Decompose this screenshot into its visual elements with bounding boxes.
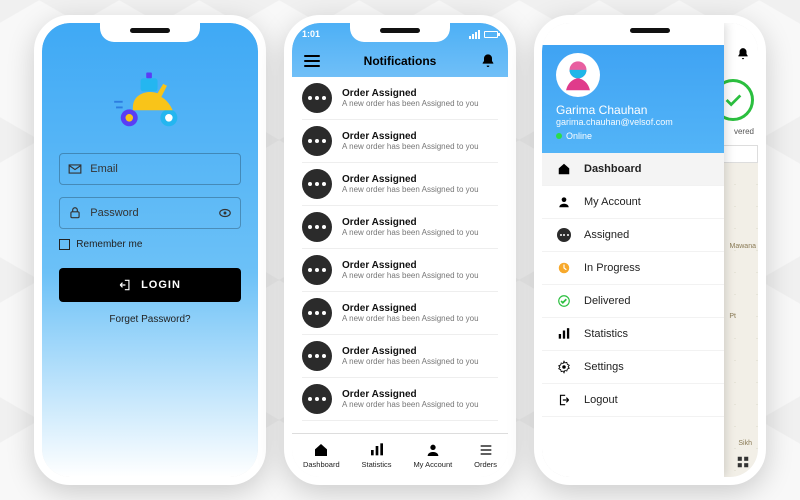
login-icon	[119, 278, 133, 292]
remember-label: Remember me	[76, 239, 142, 250]
password-field[interactable]: Password	[59, 197, 240, 229]
lock-icon	[68, 206, 82, 220]
nav-dashboard[interactable]: Dashboard	[303, 442, 340, 469]
nav-my-account[interactable]: My Account	[413, 442, 452, 469]
dots-icon	[302, 341, 332, 371]
bottom-nav: Dashboard Statistics My Account Orders	[292, 433, 508, 477]
home-icon	[556, 162, 572, 176]
user-status: Online	[556, 131, 710, 141]
notification-item[interactable]: Order AssignedA new order has been Assig…	[302, 77, 498, 120]
phone-drawer: vered Mawana Pt Sikh 1:00	[534, 15, 766, 485]
map-label: Sikh	[738, 440, 752, 447]
map-label: Mawana	[730, 243, 756, 250]
drawer-item-delivered[interactable]: Delivered	[542, 285, 724, 318]
notification-item[interactable]: Order AssignedA new order has been Assig…	[302, 378, 498, 421]
map-label: Pt	[729, 313, 736, 320]
stats-icon	[556, 327, 572, 341]
drawer-header: Garima Chauhan garima.chauhan@velsof.com…	[542, 45, 724, 153]
drawer-screen: vered Mawana Pt Sikh 1:00	[542, 23, 758, 477]
email-placeholder: Email	[90, 163, 231, 175]
notification-item[interactable]: Order AssignedA new order has been Assig…	[302, 163, 498, 206]
home-icon	[313, 442, 329, 458]
online-dot-icon	[556, 133, 562, 139]
device-notch	[100, 22, 200, 42]
notification-list[interactable]: Order AssignedA new order has been Assig…	[292, 77, 508, 433]
status-time: 1:00	[552, 29, 570, 39]
hamburger-icon[interactable]	[304, 55, 320, 67]
dots-icon	[302, 126, 332, 156]
dots-icon	[302, 83, 332, 113]
avatar[interactable]	[556, 53, 600, 97]
nav-orders[interactable]: Orders	[474, 442, 497, 469]
phone-notifications: 1:01 Notifications Order AssignedA new o…	[284, 15, 516, 485]
nav-statistics[interactable]: Statistics	[362, 442, 392, 469]
app-logo-scooter	[112, 65, 188, 131]
mail-icon	[68, 162, 82, 176]
drawer-item-logout[interactable]: Logout	[542, 384, 724, 417]
password-placeholder: Password	[90, 207, 209, 219]
grid-toggle-icon[interactable]	[736, 455, 750, 469]
login-button-label: LOGIN	[141, 279, 181, 291]
bell-icon[interactable]	[736, 47, 750, 61]
battery-icon	[700, 31, 714, 38]
drawer-item-dashboard[interactable]: Dashboard	[542, 153, 724, 186]
check-icon	[556, 294, 572, 308]
checkbox-icon[interactable]	[59, 239, 70, 250]
dots-icon	[302, 212, 332, 242]
login-button[interactable]: LOGIN	[59, 268, 240, 302]
login-screen: 1:44 Email Pas	[42, 23, 258, 477]
drawer-item-settings[interactable]: Settings	[542, 351, 724, 384]
avatar-icon	[561, 58, 595, 92]
nav-drawer: 1:00 Garima Chauhan garima.chauhan@velso…	[542, 23, 724, 477]
drawer-item-progress[interactable]: In Progress	[542, 252, 724, 285]
user-name: Garima Chauhan	[556, 103, 710, 117]
eye-icon[interactable]	[218, 206, 232, 220]
battery-icon	[484, 31, 498, 38]
notif-title: Order Assigned	[342, 88, 479, 99]
gear-icon	[556, 360, 572, 374]
stats-icon	[369, 442, 385, 458]
dots-icon	[302, 384, 332, 414]
device-notch	[350, 22, 450, 42]
user-icon	[425, 442, 441, 458]
notification-item[interactable]: Order AssignedA new order has been Assig…	[302, 120, 498, 163]
user-icon	[556, 195, 572, 209]
device-notch	[600, 22, 700, 42]
dots-icon	[556, 228, 572, 242]
email-field[interactable]: Email	[59, 153, 240, 185]
progress-icon	[556, 261, 572, 275]
notification-item[interactable]: Order AssignedA new order has been Assig…	[302, 335, 498, 378]
peek-status-label: vered	[734, 127, 754, 136]
forgot-password-link[interactable]: Forget Password?	[109, 314, 190, 325]
drawer-item-account[interactable]: My Account	[542, 186, 724, 219]
notification-item[interactable]: Order AssignedA new order has been Assig…	[302, 206, 498, 249]
notification-item[interactable]: Order AssignedA new order has been Assig…	[302, 292, 498, 335]
dots-icon	[302, 169, 332, 199]
page-title: Notifications	[364, 54, 437, 68]
dots-icon	[302, 255, 332, 285]
list-icon	[478, 442, 494, 458]
drawer-item-statistics[interactable]: Statistics	[542, 318, 724, 351]
signal-icon	[469, 30, 480, 39]
notifications-screen: 1:01 Notifications Order AssignedA new o…	[292, 23, 508, 477]
dots-icon	[302, 298, 332, 328]
user-email: garima.chauhan@velsof.com	[556, 117, 710, 127]
drawer-menu: Dashboard My Account Assigned In Progres…	[542, 153, 724, 417]
notif-sub: A new order has been Assigned to you	[342, 99, 479, 108]
drawer-item-assigned[interactable]: Assigned	[542, 219, 724, 252]
remember-me[interactable]: Remember me	[59, 239, 240, 250]
status-time: 1:01	[302, 29, 320, 39]
logout-icon	[556, 393, 572, 407]
phone-login: 1:44 Email Pas	[34, 15, 266, 485]
top-bar: Notifications	[292, 45, 508, 77]
notification-item[interactable]: Order AssignedA new order has been Assig…	[302, 249, 498, 292]
bell-icon[interactable]	[480, 53, 496, 69]
